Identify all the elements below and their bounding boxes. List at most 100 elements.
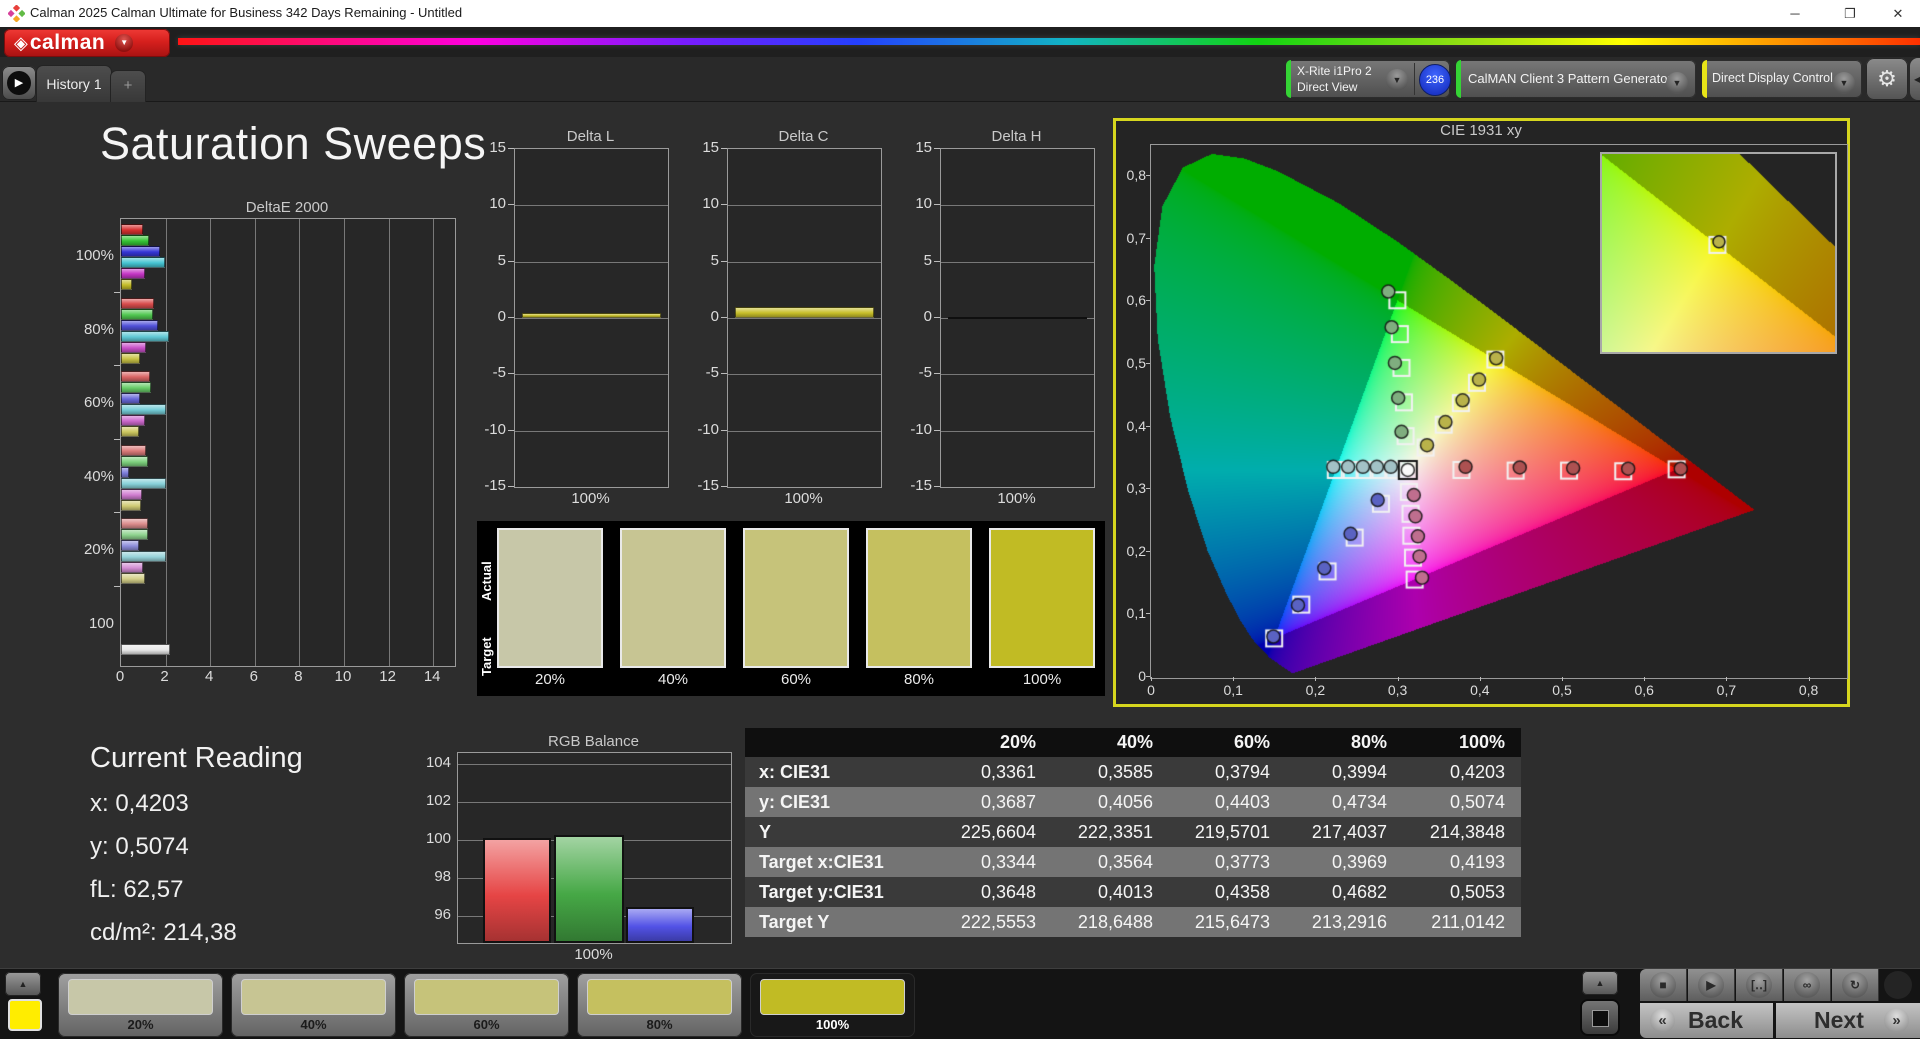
current-reading-title: Current Reading	[90, 742, 303, 774]
cie-y-axis-label: 0,8	[1126, 167, 1146, 184]
column-header: 40%	[1116, 732, 1153, 752]
saturation-button-swatch	[414, 979, 559, 1015]
x-axis-label: 100%	[574, 946, 613, 963]
expand-measure-panel-button[interactable]: ▲	[1582, 971, 1618, 995]
axis-tick	[114, 365, 120, 366]
cie-x-axis-label: 0,2	[1305, 682, 1326, 698]
x-axis-label: 10	[334, 668, 352, 685]
back-button[interactable]: « Back	[1640, 1003, 1773, 1038]
play-button[interactable]: ▶	[1688, 969, 1735, 1001]
deltaH-plot[interactable]	[940, 148, 1095, 488]
settings-gear-button[interactable]: ⚙	[1866, 58, 1908, 100]
cie-y-axis-label: 0,4	[1126, 417, 1146, 434]
axis-tick	[1397, 677, 1399, 681]
calman-logo-button[interactable]: ◈ calman ▼	[4, 29, 170, 57]
deltae2000-plot[interactable]	[120, 218, 456, 667]
collapse-toolbar-button[interactable]: ◀	[1910, 58, 1920, 100]
app-icon	[8, 5, 25, 22]
axis-tick	[934, 260, 940, 262]
saturation-button-100%[interactable]: 100%	[750, 973, 915, 1037]
delta-bar	[735, 306, 874, 318]
y-axis-label: 102	[425, 792, 451, 810]
active-patch-color-button[interactable]	[8, 999, 42, 1031]
meter-dropdown[interactable]: X-Rite i1Pro 2 Direct View ▼ 236	[1286, 60, 1451, 98]
cie-chart-title: CIE 1931 xy	[1440, 122, 1522, 139]
rgb-balance-plot[interactable]	[457, 752, 732, 944]
add-tab-button[interactable]: +	[110, 70, 146, 102]
deltae-bar-magenta	[121, 488, 142, 500]
gridline	[515, 261, 668, 263]
restore-button[interactable]: ❐	[1828, 0, 1872, 27]
deltaL-plot[interactable]	[514, 148, 669, 488]
deltae-bar-green	[121, 529, 148, 540]
stop-measure-button[interactable]	[1580, 999, 1620, 1036]
deltae-bar-magenta	[121, 415, 145, 426]
expand-patch-panel-button[interactable]: ▲	[5, 972, 41, 996]
plus-icon: +	[123, 77, 133, 94]
arrow-up-icon: ▲	[18, 979, 28, 989]
group-label: 100%	[75, 247, 114, 264]
y-axis-label: 10	[489, 195, 506, 213]
tab-scroll-button[interactable]: ▶	[2, 66, 36, 100]
gridline	[515, 374, 668, 376]
gridline	[344, 219, 345, 666]
pattern-generator-dropdown[interactable]: CalMAN Client 3 Pattern Generator ▼	[1456, 60, 1696, 98]
axis-tick	[1808, 677, 1810, 681]
continuous-button[interactable]: ∞	[1784, 969, 1831, 1001]
row-label: y: CIE31	[759, 792, 831, 812]
group-label: 60%	[83, 394, 114, 411]
cell-value: 0,4193	[1449, 852, 1505, 872]
saturation-button-label: 20%	[127, 1017, 154, 1032]
cell-value: 0,5074	[1449, 792, 1505, 812]
table-row: Y 225,6604 222,3351 219,5701 217,4037 214,384…	[745, 817, 1521, 847]
deltaC-plot[interactable]	[727, 148, 882, 488]
row-label: Y	[759, 822, 772, 842]
x-axis-label: 4	[205, 668, 214, 685]
cie-x-axis-label: 0	[1147, 682, 1155, 698]
gridline	[941, 374, 1094, 376]
play-icon: ▶	[7, 71, 31, 95]
close-button[interactable]: ✕	[1876, 0, 1920, 27]
next-button[interactable]: Next »	[1776, 1003, 1920, 1038]
group-label: 20%	[83, 541, 114, 558]
current-reading-y: y: 0,5074	[90, 833, 189, 860]
meter-line1: X-Rite i1Pro 2	[1297, 64, 1372, 78]
read-single-button[interactable]: [‥]	[1736, 969, 1783, 1001]
saturation-button-60%[interactable]: 60%	[404, 973, 569, 1037]
display-control-dropdown[interactable]: Direct Display Control ▼	[1702, 60, 1862, 98]
current-reading-x: x: 0,4203	[90, 790, 189, 817]
axis-tick	[1146, 488, 1150, 490]
axis-tick	[1151, 677, 1152, 681]
deltae-bar-cyan	[121, 551, 167, 562]
swatch-label: 20%	[534, 671, 566, 688]
tab-history-1[interactable]: History 1	[36, 65, 112, 102]
x-axis-label: 2	[160, 668, 169, 685]
y-axis-label: -10	[484, 420, 506, 438]
continuous-icon: ∞	[1794, 972, 1820, 998]
current-reading-fl: fL: 62,57	[90, 876, 184, 903]
table-row: Target x:CIE31 0,3344 0,3564 0,3773 0,3969 0,…	[745, 847, 1521, 877]
cell-value: 0,3648	[980, 882, 1036, 902]
table-header-row: 20% 40% 60% 80% 100%	[745, 728, 1521, 757]
column-header: 20%	[999, 732, 1036, 752]
minimize-button[interactable]: ─	[1773, 0, 1817, 27]
stop-button[interactable]: ■	[1640, 969, 1687, 1001]
y-axis-label: 10	[915, 195, 932, 213]
loop-button[interactable]: ↻	[1832, 969, 1879, 1001]
read-single-icon: [‥]	[1746, 972, 1772, 998]
cie-y-axis-label: 0,6	[1126, 292, 1146, 309]
saturation-button-20%[interactable]: 20%	[58, 973, 223, 1037]
y-axis-label: 98	[434, 868, 451, 886]
cell-value: 225,6604	[960, 822, 1036, 842]
axis-tick	[721, 204, 727, 206]
saturation-button-40%[interactable]: 40%	[231, 973, 396, 1037]
axis-tick	[721, 260, 727, 262]
measure-controls-panel: ▲	[1578, 969, 1622, 1039]
saturation-button-swatch	[760, 979, 905, 1015]
pattern-generator-label: CalMAN Client 3 Pattern Generator	[1468, 71, 1672, 86]
saturation-button-80%[interactable]: 80%	[577, 973, 742, 1037]
cie-x-axis-label: 0,6	[1634, 682, 1654, 698]
cie-x-axis-label: 0,1	[1223, 682, 1243, 698]
deltae-bar-blue	[121, 319, 158, 331]
deltae-bar-yellow	[121, 426, 139, 437]
